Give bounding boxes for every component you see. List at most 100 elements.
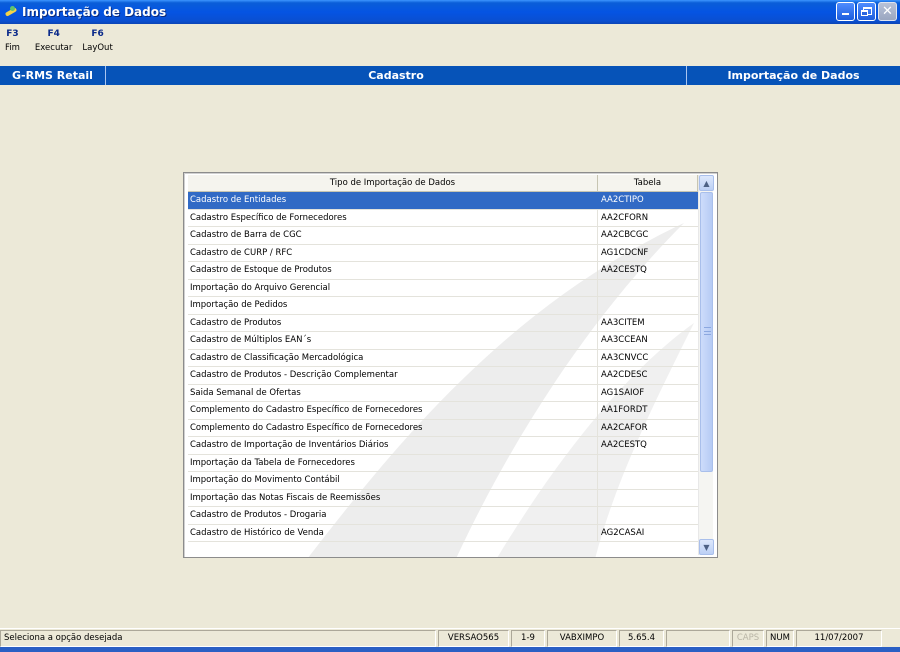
cell-tabela: AA2CBCGC bbox=[601, 230, 649, 240]
tool-key: F3 bbox=[6, 29, 19, 39]
table-row[interactable]: Cadastro de Produtos AA3CITEM bbox=[188, 314, 698, 332]
module-name: Cadastro bbox=[368, 69, 424, 82]
cell-tipo: Cadastro Específico de Fornecedores bbox=[188, 209, 598, 226]
cell-tipo: Cadastro de Produtos - Drogaria bbox=[188, 507, 598, 524]
import-type-grid[interactable]: Tipo de Importação de Dados Tabela Cadas… bbox=[183, 172, 718, 558]
cell-tipo: Cadastro de Entidades bbox=[188, 192, 598, 209]
cell-tipo: Complemento do Cadastro Específico de Fo… bbox=[188, 402, 598, 419]
tool-label: Fim bbox=[5, 43, 20, 53]
column-header-tipo[interactable]: Tipo de Importação de Dados bbox=[188, 175, 598, 191]
toolbar-button-layout[interactable]: F6 LayOut bbox=[77, 29, 117, 63]
minimize-button[interactable] bbox=[836, 2, 855, 21]
window-title: Importação de Dados bbox=[22, 5, 167, 19]
taskbar-edge bbox=[0, 647, 900, 652]
tool-key: F4 bbox=[47, 29, 60, 39]
toolbar-button-fim[interactable]: F3 Fim bbox=[0, 29, 25, 63]
cell-tabela: AA2CFORN bbox=[601, 212, 649, 223]
window-controls: ✕ bbox=[836, 2, 897, 21]
scroll-thumb[interactable] bbox=[700, 192, 713, 472]
table-row[interactable]: Cadastro Específico de Fornecedores AA2CF… bbox=[188, 209, 698, 227]
table-row[interactable]: Cadastro de Produtos - Drogaria bbox=[188, 507, 698, 525]
status-blank bbox=[666, 629, 730, 647]
cell-tabela bbox=[598, 280, 698, 297]
cell-tabela: AA2CDESC bbox=[601, 370, 648, 380]
tool-key: F6 bbox=[91, 29, 104, 39]
status-message: Seleciona a opção desejada bbox=[0, 629, 436, 647]
cell-tipo: Cadastro de Produtos bbox=[188, 314, 598, 331]
table-row[interactable]: Importação das Notas Fiscais de Reemissõ… bbox=[188, 489, 698, 507]
vertical-scrollbar[interactable]: ▲ ▼ bbox=[698, 175, 714, 555]
module-bar: G-RMS Retail Cadastro Importação de Dado… bbox=[0, 66, 900, 85]
tool-label: Executar bbox=[34, 43, 73, 53]
status-build: 5.65.4 bbox=[619, 629, 664, 647]
cell-tipo: Cadastro de Histórico de Venda bbox=[188, 524, 598, 541]
screen-name: Importação de Dados bbox=[727, 69, 860, 82]
cell-tipo: Importação da Tabela de Fornecedores bbox=[188, 454, 598, 471]
cell-tabela: AA2CAFOR bbox=[601, 422, 648, 433]
table-row[interactable]: Saida Semanal de Ofertas AG1SAIOF bbox=[188, 384, 698, 402]
grip-icon bbox=[704, 327, 711, 335]
table-row[interactable]: Cadastro de Barra de CGC AA2CBCGC bbox=[188, 227, 698, 245]
cell-tipo: Complemento do Cadastro Específico de Fo… bbox=[188, 419, 598, 436]
table-row[interactable]: Cadastro de Estoque de Produtos AA2CESTQ bbox=[188, 262, 698, 280]
table-row[interactable]: Cadastro de Múltiplos EAN´s AA3CCEAN bbox=[188, 332, 698, 350]
cell-tabela bbox=[598, 490, 698, 507]
cell-tipo: Importação de Pedidos bbox=[188, 297, 598, 314]
scroll-up-button[interactable]: ▲ bbox=[699, 175, 714, 191]
status-program: VABXIMPO bbox=[547, 629, 617, 647]
cell-tipo: Cadastro de Classificação Mercadológica bbox=[188, 349, 598, 366]
close-icon: ✕ bbox=[882, 4, 893, 19]
cell-tabela: AG1SAIOF bbox=[601, 387, 645, 398]
cell-tipo: Importação do Movimento Contábil bbox=[188, 472, 598, 489]
status-version: VERSAO565 bbox=[438, 629, 509, 647]
title-bar: Importação de Dados ✕ bbox=[0, 0, 900, 24]
table-row[interactable]: Cadastro de Classificação Mercadológica A… bbox=[188, 349, 698, 367]
table-row[interactable]: Cadastro de Produtos - Descrição Complem… bbox=[188, 367, 698, 385]
table-row[interactable]: Complemento do Cadastro Específico de Fo… bbox=[188, 402, 698, 420]
cell-tipo: Cadastro de Barra de CGC bbox=[188, 227, 598, 244]
cell-tipo: Cadastro de Importação de Inventários Di… bbox=[188, 437, 598, 454]
system-name: G-RMS Retail bbox=[12, 69, 93, 82]
table-row[interactable]: Importação de Pedidos bbox=[188, 297, 698, 315]
table-row[interactable]: Cadastro de Entidades AA2CTIPO bbox=[188, 192, 698, 210]
cell-tabela: AA3CITEM bbox=[601, 317, 645, 328]
scroll-down-button[interactable]: ▼ bbox=[699, 539, 714, 555]
column-header-tabela[interactable]: Tabela bbox=[598, 175, 698, 191]
cell-tabela: AA2CESTQ bbox=[601, 440, 647, 450]
scroll-up-icon: ▲ bbox=[703, 178, 710, 188]
app-icon[interactable] bbox=[4, 5, 18, 19]
status-num: NUM bbox=[766, 629, 794, 647]
cell-tipo: Cadastro de Múltiplos EAN´s bbox=[188, 332, 598, 349]
cell-tabela: AA2CESTQ bbox=[601, 265, 647, 275]
table-row[interactable]: Cadastro de CURP / RFC AG1CDCNF bbox=[188, 244, 698, 262]
function-key-toolbar: F3 Fim F4 Executar F6 LayOut bbox=[0, 29, 118, 63]
table-row[interactable]: Importação da Tabela de Fornecedores bbox=[188, 454, 698, 472]
status-bar: Seleciona a opção desejada VERSAO565 1-9… bbox=[0, 628, 900, 647]
toolbar-button-executar[interactable]: F4 Executar bbox=[25, 29, 77, 63]
tool-label: LayOut bbox=[82, 43, 113, 53]
cell-tipo: Saida Semanal de Ofertas bbox=[188, 384, 598, 401]
cell-tabela bbox=[598, 297, 698, 314]
scroll-down-icon: ▼ bbox=[703, 542, 710, 552]
cell-tipo: Cadastro de Produtos - Descrição Complem… bbox=[188, 367, 598, 384]
table-row[interactable]: Cadastro de Histórico de Venda AG2CASAI bbox=[188, 524, 698, 542]
cell-tipo: Cadastro de CURP / RFC bbox=[188, 244, 598, 261]
minimize-icon bbox=[842, 13, 849, 15]
table-row[interactable]: Importação do Arquivo Gerencial bbox=[188, 279, 698, 297]
status-date: 11/07/2007 bbox=[796, 629, 882, 647]
status-range: 1-9 bbox=[511, 629, 545, 647]
cell-tabela: AA1FORDT bbox=[601, 405, 648, 415]
cell-tabela bbox=[598, 472, 698, 489]
table-row[interactable]: Importação do Movimento Contábil bbox=[188, 472, 698, 490]
cell-tipo: Importação do Arquivo Gerencial bbox=[188, 279, 598, 296]
close-button[interactable]: ✕ bbox=[878, 2, 897, 21]
cell-tabela: AA3CCEAN bbox=[601, 335, 648, 345]
table-row[interactable]: Cadastro de Importação de Inventários Di… bbox=[188, 437, 698, 455]
restore-button[interactable] bbox=[857, 2, 876, 21]
cell-tipo: Importação das Notas Fiscais de Reemissõ… bbox=[188, 489, 598, 506]
cell-tipo: Cadastro de Estoque de Produtos bbox=[188, 262, 598, 279]
cell-tabela: AG2CASAI bbox=[601, 527, 645, 538]
cell-tabela bbox=[598, 455, 698, 472]
table-row[interactable]: Complemento do Cadastro Específico de Fo… bbox=[188, 419, 698, 437]
cell-tabela: AG1CDCNF bbox=[601, 247, 649, 258]
